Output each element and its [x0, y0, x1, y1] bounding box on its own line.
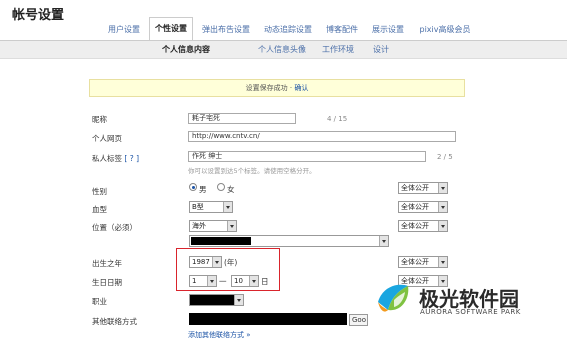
- birth-year-privacy-select[interactable]: 全体公开: [398, 256, 448, 268]
- tags-label: 私人标签: [92, 154, 122, 163]
- tab-tracking-settings[interactable]: 动态追踪设置: [259, 19, 317, 40]
- job-select[interactable]: [189, 294, 244, 306]
- subtab-profile-content[interactable]: 个人信息内容: [162, 41, 210, 59]
- chevron-down-icon: [234, 295, 243, 305]
- subtab-profile-avatar[interactable]: 个人信息头像: [258, 41, 306, 59]
- gender-privacy-value: 全体公开: [401, 184, 429, 192]
- tags-counter: 2 / 5: [437, 153, 453, 161]
- nickname-label: 昵称: [92, 115, 107, 124]
- chevron-down-icon: [438, 257, 447, 267]
- homepage-label: 个人网页: [92, 134, 122, 143]
- location-privacy-select[interactable]: 全体公开: [398, 220, 448, 232]
- tags-help-link[interactable]: [ ? ]: [124, 154, 139, 163]
- gender-female-label: 女: [227, 185, 235, 194]
- add-contact-link[interactable]: 添加其他联络方式 »: [188, 330, 251, 338]
- chevron-down-icon: [379, 236, 388, 246]
- watermark: 极光软件园 AURORA SOFTWARE PARK: [374, 280, 567, 338]
- watermark-subtitle: AURORA SOFTWARE PARK: [420, 308, 521, 316]
- location-select[interactable]: 海外: [189, 220, 237, 232]
- location-value: 海外: [192, 222, 206, 230]
- contact-service-select[interactable]: Goo: [349, 314, 368, 326]
- notice-text: 设置保存成功 ·: [245, 84, 295, 92]
- contact-input-redacted[interactable]: [189, 313, 347, 325]
- contact-label: 其他联络方式: [92, 317, 137, 326]
- chevron-down-icon: [438, 202, 447, 212]
- birthday-label: 生日日期: [92, 278, 122, 287]
- notice-confirm-link[interactable]: 确认: [294, 84, 308, 92]
- blood-privacy-value: 全体公开: [401, 203, 429, 211]
- chevron-down-icon: [227, 221, 236, 231]
- gender-label: 性别: [92, 187, 107, 196]
- tab-personal-settings[interactable]: 个性设置: [149, 17, 193, 41]
- save-success-notice: 设置保存成功 · 确认: [89, 79, 465, 97]
- gender-privacy-select[interactable]: 全体公开: [398, 182, 448, 194]
- sub-tabs: 个人信息内容 个人信息头像 工作环境 设计: [0, 40, 567, 59]
- location-detail-select[interactable]: [189, 235, 389, 247]
- tab-blog-widgets[interactable]: 博客配件: [321, 19, 363, 40]
- nickname-input[interactable]: 耗子宅死: [188, 113, 296, 124]
- location-privacy-value: 全体公开: [401, 222, 429, 230]
- blood-label: 血型: [92, 205, 107, 214]
- blood-select[interactable]: B型: [189, 201, 233, 213]
- birth-year-label: 出生之年: [92, 259, 122, 268]
- highlight-box: [176, 248, 280, 291]
- tab-popup-settings[interactable]: 弹出布告设置: [197, 19, 255, 40]
- location-label: 位置（必须）: [92, 223, 137, 232]
- chevron-down-icon: [223, 202, 232, 212]
- subtab-work-environment[interactable]: 工作环境: [322, 41, 354, 59]
- job-label: 职业: [92, 297, 107, 306]
- tags-label-row: 私人标签 [ ? ]: [92, 153, 139, 164]
- chevron-down-icon: [438, 183, 447, 193]
- nickname-counter: 4 / 15: [327, 115, 348, 123]
- main-tabs: 用户设置 个性设置 弹出布告设置 动态追踪设置 博客配件 展示设置 pixiv高…: [0, 17, 567, 41]
- aurora-logo-icon: [378, 284, 409, 312]
- chevron-down-icon: [438, 221, 447, 231]
- gender-female-radio[interactable]: [217, 183, 225, 191]
- blood-privacy-select[interactable]: 全体公开: [398, 201, 448, 213]
- settings-page: 帐号设置 用户设置 个性设置 弹出布告设置 动态追踪设置 博客配件 展示设置 p…: [0, 0, 567, 338]
- tab-display-settings[interactable]: 展示设置: [367, 19, 409, 40]
- gender-male-label: 男: [199, 185, 207, 194]
- tab-premium[interactable]: pixiv高级会员: [413, 19, 477, 40]
- gender-male-radio[interactable]: [189, 183, 197, 191]
- redacted-region: [191, 237, 251, 245]
- blood-value: B型: [192, 203, 204, 211]
- birth-year-privacy-value: 全体公开: [401, 258, 429, 266]
- tags-hint: 你可以设置到达5个标签。请使用空格分开。: [188, 167, 316, 175]
- tags-input[interactable]: 作死 绅士: [188, 151, 426, 162]
- homepage-input[interactable]: http://www.cntv.cn/: [188, 131, 456, 142]
- tab-user-settings[interactable]: 用户设置: [103, 19, 145, 40]
- subtab-design[interactable]: 设计: [373, 41, 389, 59]
